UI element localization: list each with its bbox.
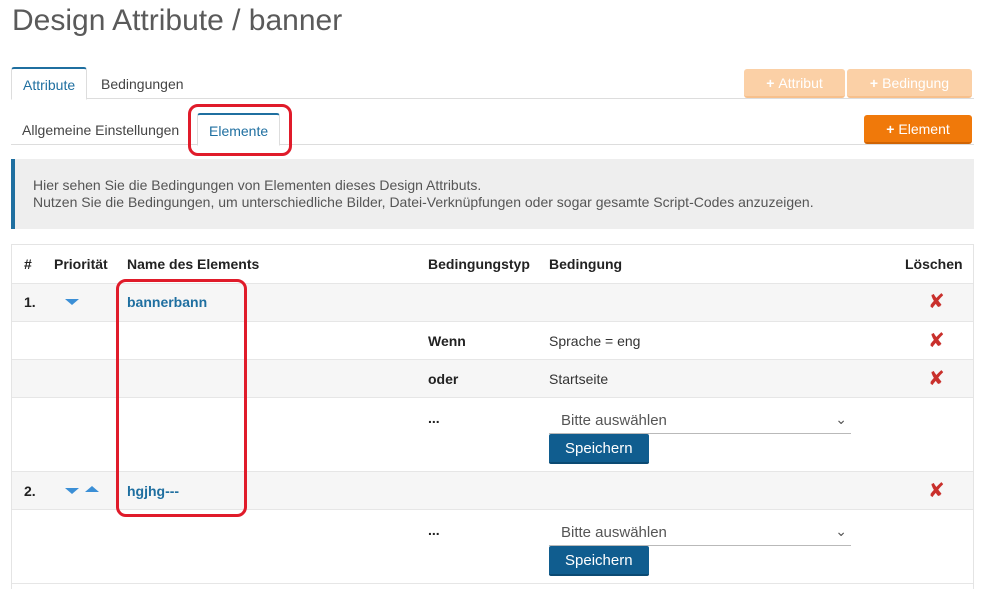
chevron-down-icon: ⌄ [835,523,847,539]
tab-attribute[interactable]: Attribute [11,67,88,100]
tab-allgemeine-einstellungen[interactable]: Allgemeine Einstellungen [11,113,190,145]
row-number: 2. [24,483,36,499]
arrow-down-icon[interactable] [65,299,79,305]
elements-table: # Priorität Name des Elements Bedingungs… [11,244,974,589]
save-button[interactable]: Speichern [549,546,649,576]
table-header: # Priorität Name des Elements Bedingungs… [12,245,973,284]
header-condition: Bedingung [549,256,623,272]
element-name-link[interactable]: hgjhg--- [127,483,179,499]
sub-tabs: Allgemeine Einstellungen Elemente [11,113,974,146]
condition-type: Wenn [428,333,466,349]
close-x-icon[interactable]: ✘ [928,481,945,501]
add-bedingung-button[interactable]: + Bedingung [847,69,972,98]
table-row: 1. bannerbann ✘ [12,284,973,322]
condition-select[interactable]: Bitte auswählen ⌄ [549,520,851,546]
row-number: 1. [24,294,36,310]
table-row: Wenn Sprache = eng ✘ [12,322,973,360]
table-row: 2. hgjhg--- ✘ [12,472,973,510]
condition-type: ... [428,522,440,538]
table-row: ... Bitte auswählen ⌄ Speichern [12,398,973,472]
header-num: # [24,256,32,272]
info-line-1: Hier sehen Sie die Bedingungen von Eleme… [33,177,482,193]
arrow-up-icon[interactable] [85,486,99,492]
close-x-icon[interactable]: ✘ [928,331,945,351]
header-priority: Priorität [54,256,108,272]
condition-select[interactable]: Bitte auswählen ⌄ [549,408,851,434]
condition-value: Sprache = eng [549,333,641,349]
tab-bedingungen[interactable]: Bedingungen [90,67,195,99]
header-name: Name des Elements [127,256,260,272]
page-title: Design Attribute / banner [12,4,343,37]
save-button[interactable]: Speichern [549,434,649,464]
arrow-down-icon[interactable] [65,488,79,494]
tab-elemente[interactable]: Elemente [197,113,281,146]
info-box: Hier sehen Sie die Bedingungen von Eleme… [11,159,974,229]
info-line-2: Nutzen Sie die Bedingungen, um unterschi… [33,194,814,210]
condition-value: Startseite [549,371,609,387]
element-name-link[interactable]: bannerbann [127,294,207,310]
header-type: Bedingungstyp [428,256,530,272]
plus-icon: + [766,75,775,91]
condition-type: oder [428,371,459,387]
table-row: ... Bitte auswählen ⌄ Speichern [12,510,973,584]
close-x-icon[interactable]: ✘ [928,369,945,389]
plus-icon: + [869,75,879,91]
add-element-button[interactable]: + Element [864,115,972,144]
header-delete: Löschen [905,256,963,272]
plus-icon: + [886,121,895,137]
table-row: oder Startseite ✘ [12,360,973,398]
condition-type: ... [428,410,440,426]
close-x-icon[interactable]: ✘ [928,292,945,312]
add-attribut-button[interactable]: + Attribut [744,69,845,98]
chevron-down-icon: ⌄ [835,411,847,427]
